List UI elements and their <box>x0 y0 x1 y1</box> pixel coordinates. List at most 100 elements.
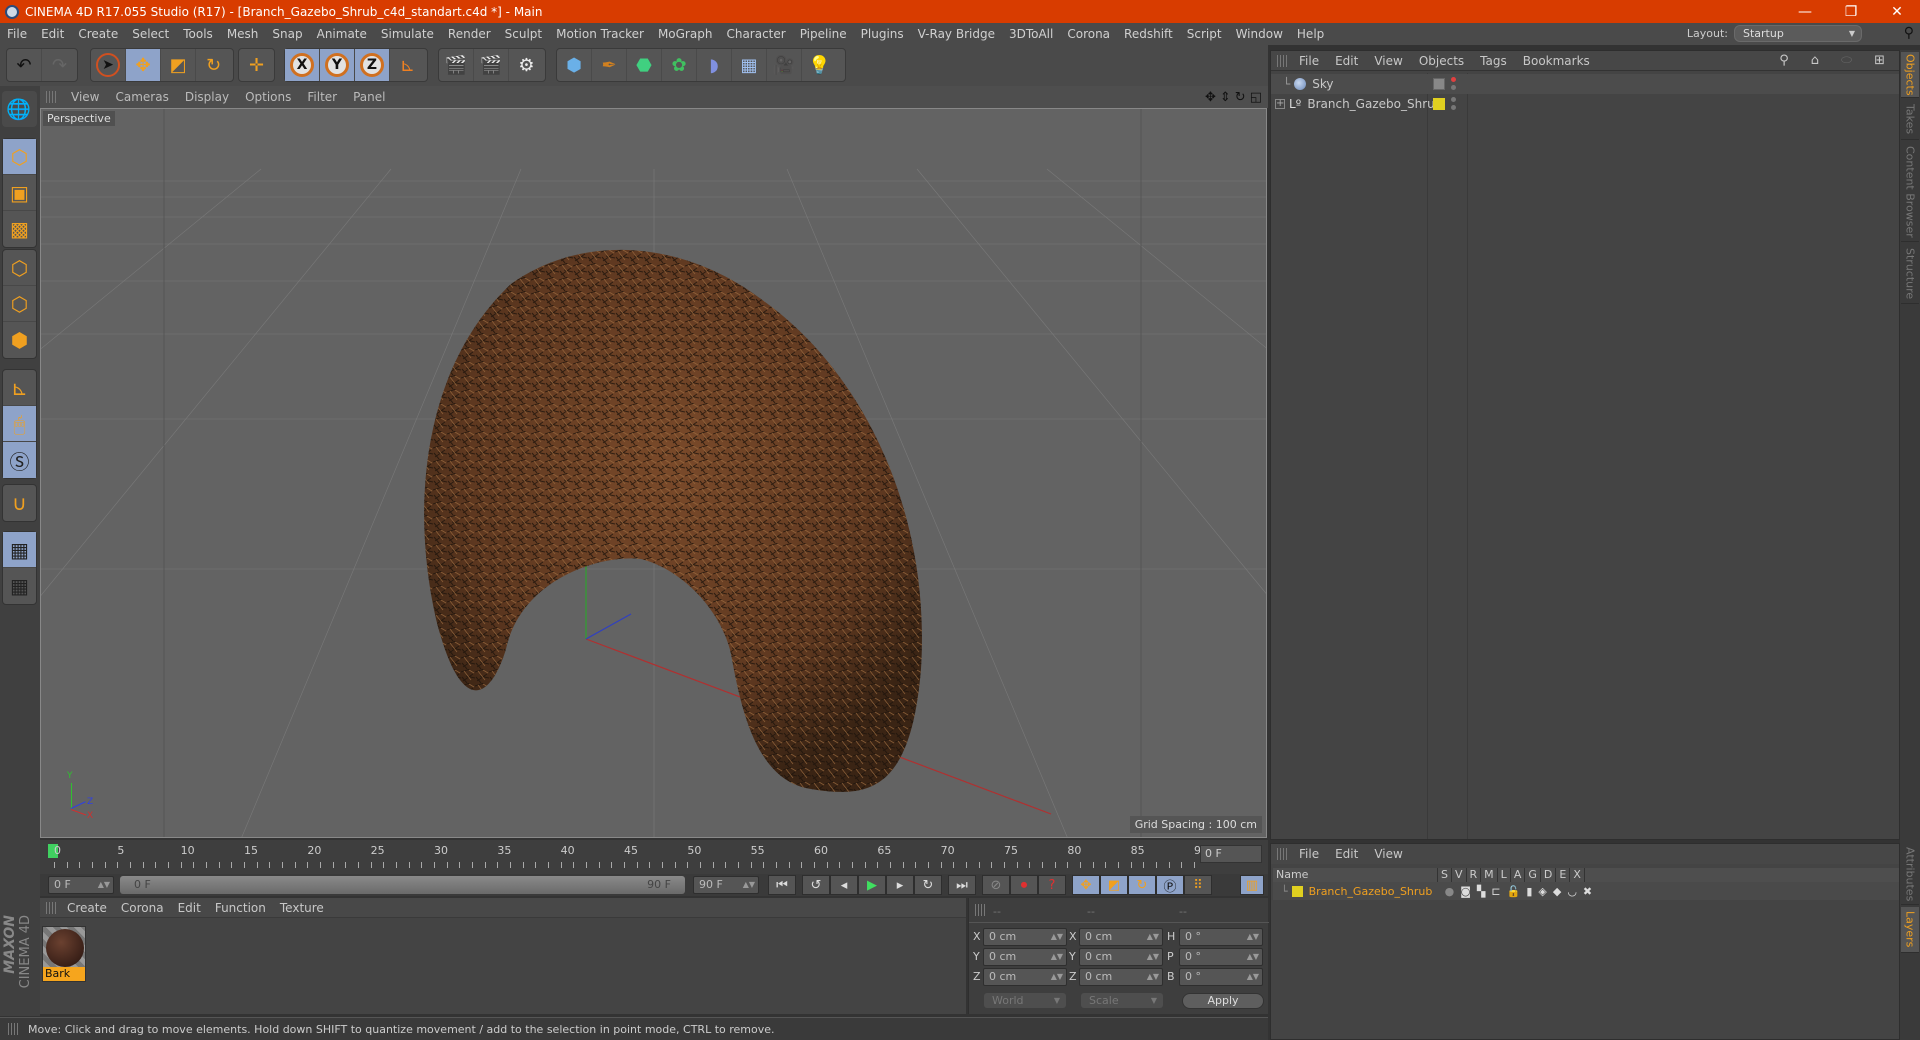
menu-script[interactable]: Script <box>1180 27 1229 41</box>
lock-workplane-icon[interactable]: ▦ <box>3 532 36 568</box>
size-mode-dropdown[interactable]: Scale ▼ <box>1081 993 1163 1008</box>
pos-x-field[interactable]: 0 cm ▲▼ <box>983 928 1067 946</box>
viewport-menu-filter[interactable]: Filter <box>300 90 346 104</box>
new-panel-icon[interactable]: ⊞ <box>1866 53 1893 68</box>
col-expressions[interactable]: E <box>1556 868 1571 882</box>
tab-attributes[interactable]: Attributes <box>1901 845 1919 905</box>
panel-grip-icon[interactable] <box>8 1023 18 1035</box>
menu-render[interactable]: Render <box>441 27 498 41</box>
snap-magnet-icon[interactable]: ∪ <box>3 485 36 521</box>
play-icon[interactable]: ▶ <box>858 875 886 895</box>
select-arrow-icon[interactable]: ➤ <box>91 49 126 81</box>
tab-objects[interactable]: Objects <box>1901 52 1919 98</box>
render-picture-viewer-icon[interactable]: 🎬 <box>474 49 509 81</box>
material-menu-texture[interactable]: Texture <box>273 901 331 915</box>
layer-menu-edit[interactable]: Edit <box>1327 847 1366 861</box>
layout-dropdown[interactable]: Startup <box>1734 25 1862 42</box>
key-rotation-icon[interactable]: ↻ <box>1128 875 1156 895</box>
key-pla-icon[interactable]: ⠿ <box>1184 875 1212 895</box>
col-animation[interactable]: A <box>1511 868 1526 882</box>
menu-window[interactable]: Window <box>1229 27 1290 41</box>
coordinate-space-dropdown[interactable]: World ▼ <box>984 993 1066 1008</box>
pan-view-icon[interactable]: ✥ <box>1205 90 1216 105</box>
viewport-menu-display[interactable]: Display <box>178 90 238 104</box>
points-mode-icon[interactable]: ⬡ <box>3 250 36 286</box>
polygons-mode-icon[interactable]: ⬢ <box>3 322 36 358</box>
redo-icon[interactable]: ↷ <box>42 49 77 81</box>
animation-icon[interactable]: ▮ <box>1526 885 1532 898</box>
axis-mode-icon[interactable]: ⊾ <box>3 370 36 406</box>
deformer-icon[interactable]: ◗ <box>697 49 732 81</box>
undo-icon[interactable]: ↶ <box>7 49 42 81</box>
current-frame-field[interactable]: 0 F <box>1200 845 1262 863</box>
panel-grip-icon[interactable] <box>975 904 985 916</box>
editor-visibility-dot[interactable] <box>1451 97 1456 102</box>
toggle-layout-icon[interactable]: ◱ <box>1250 90 1262 105</box>
cloner-icon[interactable]: ✿ <box>662 49 697 81</box>
render-settings-icon[interactable]: ⚙ <box>509 49 544 81</box>
tab-content-browser[interactable]: Content Browser <box>1901 142 1919 242</box>
viewport-menu-panel[interactable]: Panel <box>346 90 394 104</box>
menu-pipeline[interactable]: Pipeline <box>793 27 854 41</box>
move-icon[interactable]: ✥ <box>126 49 161 81</box>
edges-mode-icon[interactable]: ⬡ <box>3 286 36 322</box>
size-y-field[interactable]: 0 cm ▲▼ <box>1079 948 1163 966</box>
rot-b-field[interactable]: 0 ° ▲▼ <box>1179 968 1263 986</box>
menu-3dtoall[interactable]: 3DToAll <box>1002 27 1060 41</box>
menu-create[interactable]: Create <box>71 27 125 41</box>
lock-icon[interactable]: 🔓 <box>1507 885 1521 898</box>
floor-icon[interactable]: ▦ <box>732 49 767 81</box>
dolly-view-icon[interactable]: ⇕ <box>1220 90 1231 105</box>
expression-icon[interactable]: ◡ <box>1567 885 1577 898</box>
layer-color-tag-icon[interactable] <box>1433 98 1445 110</box>
subdivision-icon[interactable]: ⬣ <box>627 49 662 81</box>
menu-snap[interactable]: Snap <box>265 27 309 41</box>
key-position-icon[interactable]: ✥ <box>1072 875 1100 895</box>
menu-redshift[interactable]: Redshift <box>1117 27 1180 41</box>
size-x-field[interactable]: 0 cm ▲▼ <box>1079 928 1163 946</box>
orbit-view-icon[interactable]: ↻ <box>1235 90 1246 105</box>
solo-dot-icon[interactable]: ● <box>1445 885 1455 898</box>
start-frame-field[interactable]: 0 F ▲▼ <box>48 876 114 894</box>
record-active-icon[interactable]: ⏺ <box>1010 875 1038 895</box>
col-view[interactable]: V <box>1452 868 1467 882</box>
make-editable-icon[interactable]: 🌐 <box>2 91 35 127</box>
model-mode-icon[interactable]: ⬡ <box>3 139 36 175</box>
render-visibility-dot[interactable] <box>1451 105 1456 110</box>
menu-sculpt[interactable]: Sculpt <box>498 27 549 41</box>
next-key-icon[interactable]: ↻ <box>914 875 942 895</box>
render-view-icon[interactable]: 🎬 <box>439 49 474 81</box>
objects-menu-edit[interactable]: Edit <box>1327 54 1366 68</box>
col-name[interactable]: Name <box>1273 868 1438 882</box>
pen-spline-icon[interactable]: ✒ <box>592 49 627 81</box>
menu-vray-bridge[interactable]: V-Ray Bridge <box>911 27 1002 41</box>
render-clapper-icon[interactable]: ▚ <box>1477 885 1485 898</box>
go-to-end-icon[interactable]: ⏭ <box>948 875 976 895</box>
3d-viewport[interactable]: Perspective Grid Spacing : 100 cm Y Z X <box>40 108 1267 838</box>
layer-name[interactable]: Branch_Gazebo_Shrub <box>1309 885 1445 898</box>
home-icon[interactable]: ⌂ <box>1803 53 1827 68</box>
close-button[interactable]: ✕ <box>1874 0 1920 23</box>
cube-icon[interactable]: ⬢ <box>557 49 592 81</box>
panel-grip-icon[interactable] <box>1277 54 1287 67</box>
deformer-icon[interactable]: ◆ <box>1553 885 1561 898</box>
light-icon[interactable]: 💡 <box>802 49 837 81</box>
object-name[interactable]: Branch_Gazebo_Shrub <box>1307 97 1442 111</box>
menu-simulate[interactable]: Simulate <box>374 27 441 41</box>
tweak-mode-icon[interactable]: 🖱 <box>3 406 36 442</box>
camera-label[interactable]: Perspective <box>43 111 115 126</box>
layer-menu-file[interactable]: File <box>1291 847 1327 861</box>
menu-tools[interactable]: Tools <box>176 27 220 41</box>
autokey-icon[interactable]: ? <box>1038 875 1066 895</box>
key-param-icon[interactable]: Ⓟ <box>1156 875 1184 895</box>
tab-takes[interactable]: Takes <box>1901 100 1919 140</box>
rot-p-field[interactable]: 0 ° ▲▼ <box>1179 948 1263 966</box>
minimize-button[interactable]: — <box>1782 0 1828 23</box>
material-menu-edit[interactable]: Edit <box>171 901 208 915</box>
texture-mode-icon[interactable]: ▣ <box>3 175 36 211</box>
menu-motion-tracker[interactable]: Motion Tracker <box>549 27 651 41</box>
editor-visibility-dot[interactable] <box>1451 77 1456 82</box>
col-solo[interactable]: S <box>1438 868 1452 882</box>
camera-icon[interactable]: 🎥 <box>767 49 802 81</box>
previous-key-icon[interactable]: ↺ <box>802 875 830 895</box>
